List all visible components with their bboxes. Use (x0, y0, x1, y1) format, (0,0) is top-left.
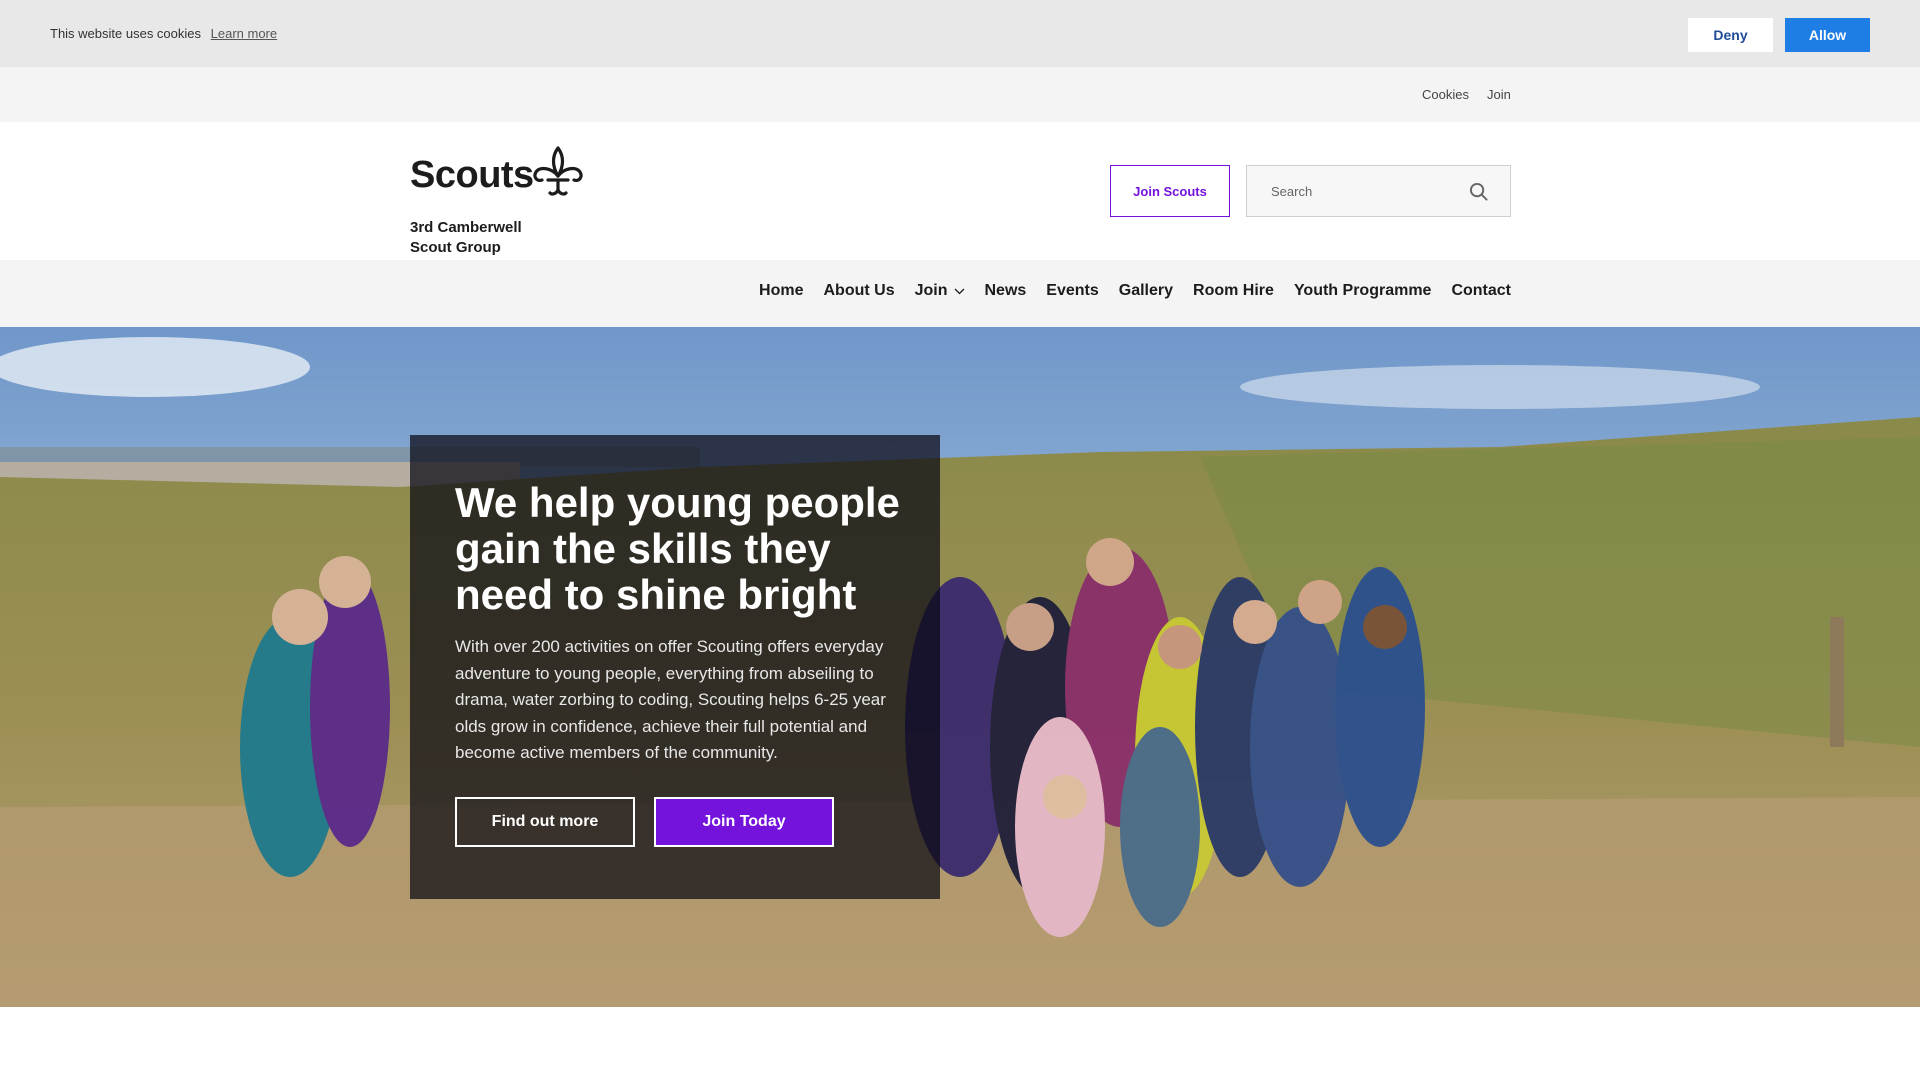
hero-description: With over 200 activities on offer Scouti… (455, 637, 886, 762)
utility-bar: Cookies Join (0, 67, 1920, 122)
chevron-down-icon (954, 288, 964, 294)
search-input[interactable] (1247, 166, 1462, 216)
nav-item-home[interactable]: Home (759, 282, 803, 300)
utility-link-cookies[interactable]: Cookies (1422, 87, 1469, 102)
nav-item-join[interactable]: Join (915, 282, 965, 300)
hero-section: We help young people gain the skills the… (0, 327, 1920, 1007)
main-nav-bar: Home About Us Join News Events Gallery R… (0, 260, 1920, 327)
hero-content-panel: We help young people gain the skills the… (410, 435, 940, 899)
nav-item-gallery[interactable]: Gallery (1119, 282, 1173, 300)
nav-item-room-hire[interactable]: Room Hire (1193, 282, 1274, 300)
site-logo[interactable]: Scouts 3rd Camberwell Scout Group (410, 144, 600, 256)
nav-item-news[interactable]: News (985, 282, 1027, 300)
nav-item-about-us[interactable]: About Us (824, 282, 895, 300)
join-today-button[interactable]: Join Today (654, 797, 834, 847)
utility-link-join[interactable]: Join (1487, 87, 1511, 102)
nav-item-contact[interactable]: Contact (1451, 282, 1511, 300)
cookie-consent-bar: This website uses cookies Learn more Den… (0, 0, 1920, 67)
nav-item-youth-programme[interactable]: Youth Programme (1294, 282, 1432, 300)
search-box (1246, 165, 1511, 217)
site-header: Scouts 3rd Camberwell Scout Group Join S… (0, 122, 1920, 260)
group-name-line1: 3rd Camberwell (410, 219, 522, 236)
find-out-more-button[interactable]: Find out more (455, 797, 635, 847)
fleur-de-lis-icon (533, 146, 583, 196)
main-nav: Home About Us Join News Events Gallery R… (739, 282, 1511, 300)
cookie-allow-button[interactable]: Allow (1785, 18, 1870, 52)
join-scouts-button[interactable]: Join Scouts (1110, 165, 1230, 217)
cookie-deny-button[interactable]: Deny (1688, 18, 1773, 52)
logo-wordmark: Scouts (410, 154, 534, 196)
cookie-learn-more-link[interactable]: Learn more (211, 26, 277, 41)
group-name-line2: Scout Group (410, 239, 501, 256)
cookie-message-text: This website uses cookies (50, 26, 202, 41)
group-name: 3rd Camberwell Scout Group (410, 218, 522, 258)
search-icon[interactable] (1469, 182, 1488, 201)
cookie-message: This website uses cookies Learn more (50, 26, 277, 41)
hero-photo (0, 327, 1920, 1007)
hero-title: We help young people gain the skills the… (455, 479, 900, 618)
nav-item-join-label: Join (914, 282, 948, 299)
nav-item-events[interactable]: Events (1046, 282, 1098, 300)
